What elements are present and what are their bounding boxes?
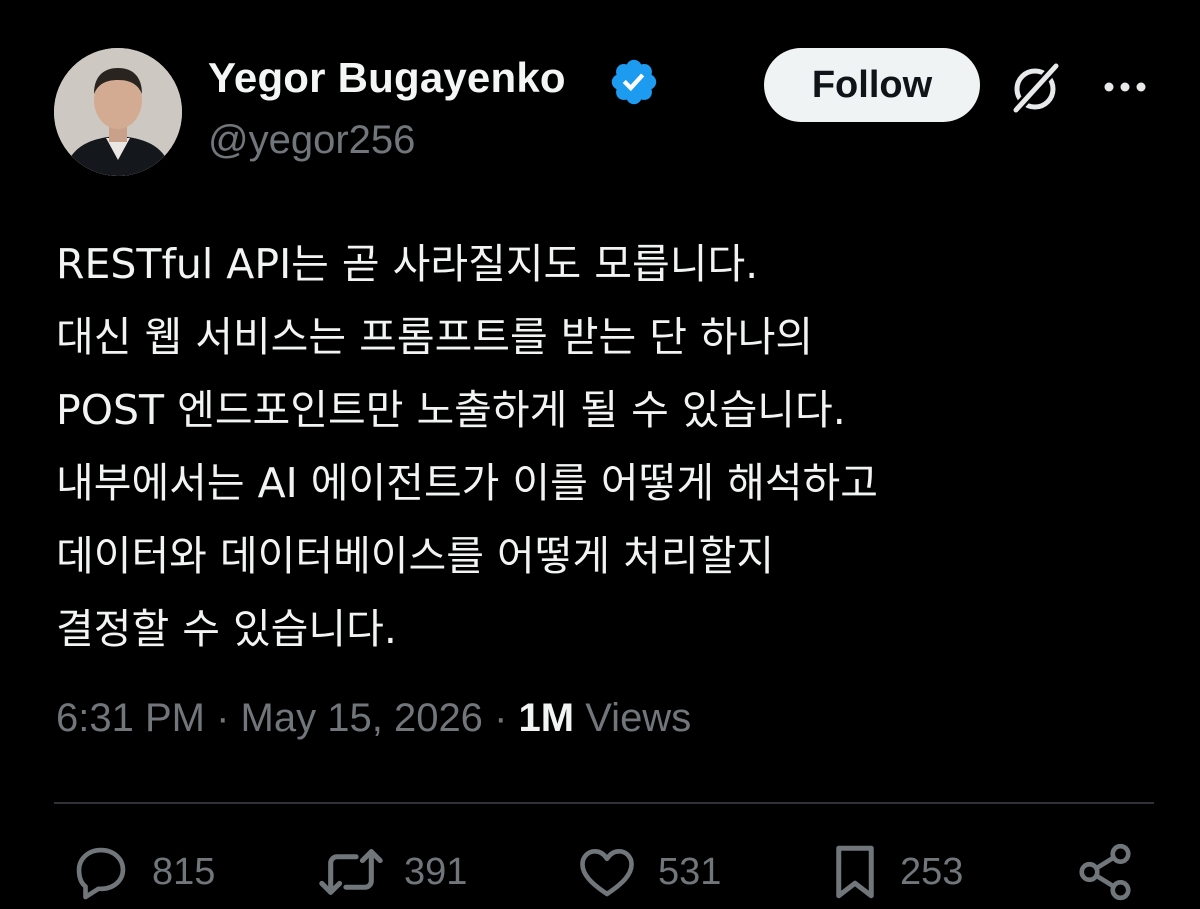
verified-badge-icon [611, 59, 657, 105]
tweet-text: RESTful API는 곧 사라질지도 모릅니다. 대신 웹 서비스는 프롬프… [56, 232, 1156, 670]
views-count[interactable]: 1M [519, 696, 575, 740]
tweet-text-line: 데이터와 데이터베이스를 어떻게 처리할지 [56, 532, 775, 580]
divider [54, 802, 1154, 804]
author-display-name[interactable]: Yegor Bugayenko [208, 54, 566, 102]
share-button[interactable] [1074, 840, 1136, 904]
author-handle[interactable]: @yegor256 [208, 118, 415, 163]
reply-count: 815 [152, 850, 216, 893]
views-label[interactable]: Views [585, 696, 691, 740]
avatar[interactable] [54, 48, 182, 176]
share-icon [1079, 843, 1131, 901]
meta-separator: · [494, 696, 508, 740]
bookmark-button[interactable]: 253 [830, 840, 963, 904]
tweet-text-line: 대신 웹 서비스는 프롬프트를 받는 단 하나의 [56, 313, 814, 361]
follow-button[interactable]: Follow [764, 48, 980, 122]
more-options-icon[interactable] [1100, 72, 1150, 102]
tweet-card: Yegor Bugayenko @yegor256 Follow RESTful… [0, 0, 1200, 909]
reply-icon [76, 847, 126, 900]
repost-button[interactable]: 391 [318, 840, 467, 904]
tweet-time[interactable]: 6:31 PM [56, 696, 205, 740]
meta-separator: · [216, 696, 230, 740]
grok-icon[interactable] [1004, 56, 1066, 118]
like-button[interactable]: 531 [576, 840, 721, 904]
tweet-meta: 6:31 PM · May 15, 2026 · 1M Views [56, 696, 691, 741]
tweet-text-line: RESTful API는 곧 사라질지도 모릅니다. [56, 240, 759, 288]
tweet-text-line: POST 엔드포인트만 노출하게 될 수 있습니다. [56, 386, 846, 434]
bookmark-count: 253 [900, 850, 964, 893]
bookmark-icon [836, 845, 874, 899]
heart-icon [580, 849, 634, 897]
tweet-text-line: 결정할 수 있습니다. [56, 605, 397, 653]
tweet-text-line: 내부에서는 AI 에이전트가 이를 어떻게 해석하고 [56, 459, 878, 507]
repost-count: 391 [404, 850, 468, 893]
like-count: 531 [658, 850, 722, 893]
repost-icon [319, 849, 383, 895]
tweet-date[interactable]: May 15, 2026 [241, 696, 483, 740]
reply-button[interactable]: 815 [70, 840, 215, 904]
